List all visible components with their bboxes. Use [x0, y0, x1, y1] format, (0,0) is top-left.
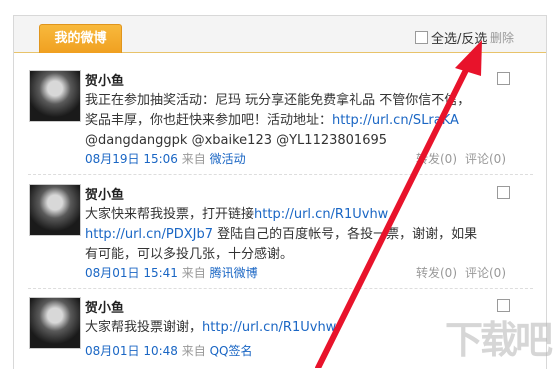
red-arrow-annotation [315, 40, 482, 368]
